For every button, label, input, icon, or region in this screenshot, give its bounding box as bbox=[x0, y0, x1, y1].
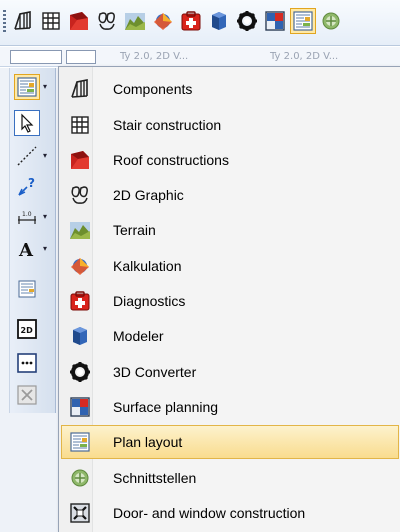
menu-item-door-window-construction[interactable]: Door- and window construction bbox=[61, 496, 399, 530]
graphic-2d-icon bbox=[69, 184, 91, 206]
query-icon[interactable] bbox=[14, 174, 40, 200]
menu-item-label: Stair construction bbox=[113, 117, 222, 133]
view-2d-icon[interactable] bbox=[14, 316, 40, 342]
plan-element-icon[interactable] bbox=[14, 276, 40, 302]
menu-item-2d-graphic[interactable]: 2D Graphic bbox=[61, 178, 399, 212]
surface-planning-icon[interactable] bbox=[262, 8, 288, 34]
menu-item-components[interactable]: Components bbox=[61, 72, 399, 106]
menu-item-label: Surface planning bbox=[113, 399, 219, 415]
menu-item-modeler[interactable]: Modeler bbox=[61, 319, 399, 353]
menu-item-label: Schnittstellen bbox=[113, 470, 197, 486]
terrain-icon bbox=[69, 219, 91, 241]
menu-item-plan-layout[interactable]: Plan layout bbox=[61, 425, 399, 459]
plan-layout-icon[interactable] bbox=[14, 74, 40, 100]
roof-icon bbox=[69, 149, 91, 171]
menu-item-label: 3D Converter bbox=[113, 364, 197, 380]
disabled-close-icon bbox=[14, 382, 40, 408]
mini-tab[interactable] bbox=[10, 50, 62, 64]
converter-3d-icon bbox=[69, 361, 91, 383]
more-icon[interactable] bbox=[14, 350, 40, 376]
menu-item-label: Components bbox=[113, 81, 193, 97]
menu-item-label: Modeler bbox=[113, 328, 164, 344]
converter-3d-icon[interactable] bbox=[234, 8, 260, 34]
schnittstellen-icon bbox=[69, 467, 91, 489]
dimension-icon[interactable] bbox=[14, 204, 40, 230]
stair-icon bbox=[69, 114, 91, 136]
toolbar-dropdown-menu: Components Stair construction Roof const… bbox=[58, 66, 400, 532]
menu-item-roof-constructions[interactable]: Roof constructions bbox=[61, 143, 399, 177]
terrain-icon[interactable] bbox=[122, 8, 148, 34]
modeler-icon[interactable] bbox=[206, 8, 232, 34]
menu-item-label: Terrain bbox=[113, 222, 156, 238]
left-toolbar: ▾ ▾ ▾ ▾ bbox=[0, 68, 58, 532]
graphic-2d-icon[interactable] bbox=[94, 8, 120, 34]
dropdown-arrow-icon[interactable]: ▾ bbox=[43, 82, 47, 91]
menu-item-diagnostics[interactable]: Diagnostics bbox=[61, 284, 399, 318]
menu-item-label: 2D Graphic bbox=[113, 187, 184, 203]
kalkulation-icon[interactable] bbox=[150, 8, 176, 34]
dashed-line-icon[interactable] bbox=[14, 143, 40, 169]
tab-title-ghost: Ty 2.0, 2D V... bbox=[120, 51, 189, 62]
roof-icon[interactable] bbox=[66, 8, 92, 34]
main-toolbar bbox=[0, 0, 400, 46]
plan-layout-icon bbox=[69, 431, 91, 453]
stair-icon[interactable] bbox=[38, 8, 64, 34]
menu-item-stair-construction[interactable]: Stair construction bbox=[61, 108, 399, 142]
modeler-icon bbox=[69, 325, 91, 347]
dropdown-arrow-icon[interactable]: ▾ bbox=[43, 212, 47, 221]
schnittstellen-icon[interactable] bbox=[318, 8, 344, 34]
menu-item-schnittstellen[interactable]: Schnittstellen bbox=[61, 461, 399, 495]
menu-item-kalkulation[interactable]: Kalkulation bbox=[61, 249, 399, 283]
plan-layout-icon[interactable] bbox=[290, 8, 316, 34]
document-tab-strip: Ty 2.0, 2D V... Ty 2.0, 2D V... bbox=[0, 47, 400, 67]
dropdown-arrow-icon[interactable]: ▾ bbox=[43, 244, 47, 253]
diagnostics-icon bbox=[69, 290, 91, 312]
text-icon[interactable] bbox=[14, 236, 40, 262]
menu-item-3d-converter[interactable]: 3D Converter bbox=[61, 355, 399, 389]
pointer-icon[interactable] bbox=[14, 110, 40, 136]
menu-item-label: Plan layout bbox=[113, 434, 183, 450]
menu-item-label: Door- and window construction bbox=[113, 505, 306, 521]
menu-item-surface-planning[interactable]: Surface planning bbox=[61, 390, 399, 424]
toolbar-grip[interactable] bbox=[3, 10, 6, 32]
menu-item-label: Kalkulation bbox=[113, 258, 182, 274]
menu-item-label: Diagnostics bbox=[113, 293, 186, 309]
components-icon bbox=[69, 78, 91, 100]
door-window-icon bbox=[69, 502, 91, 524]
menu-item-terrain[interactable]: Terrain bbox=[61, 213, 399, 247]
mini-tab[interactable] bbox=[66, 50, 96, 64]
dropdown-arrow-icon[interactable]: ▾ bbox=[43, 151, 47, 160]
menu-item-label: Roof constructions bbox=[113, 152, 229, 168]
kalkulation-icon bbox=[69, 255, 91, 277]
diagnostics-icon[interactable] bbox=[178, 8, 204, 34]
tab-title-ghost: Ty 2.0, 2D V... bbox=[270, 51, 339, 62]
components-icon[interactable] bbox=[10, 8, 36, 34]
surface-planning-icon bbox=[69, 396, 91, 418]
